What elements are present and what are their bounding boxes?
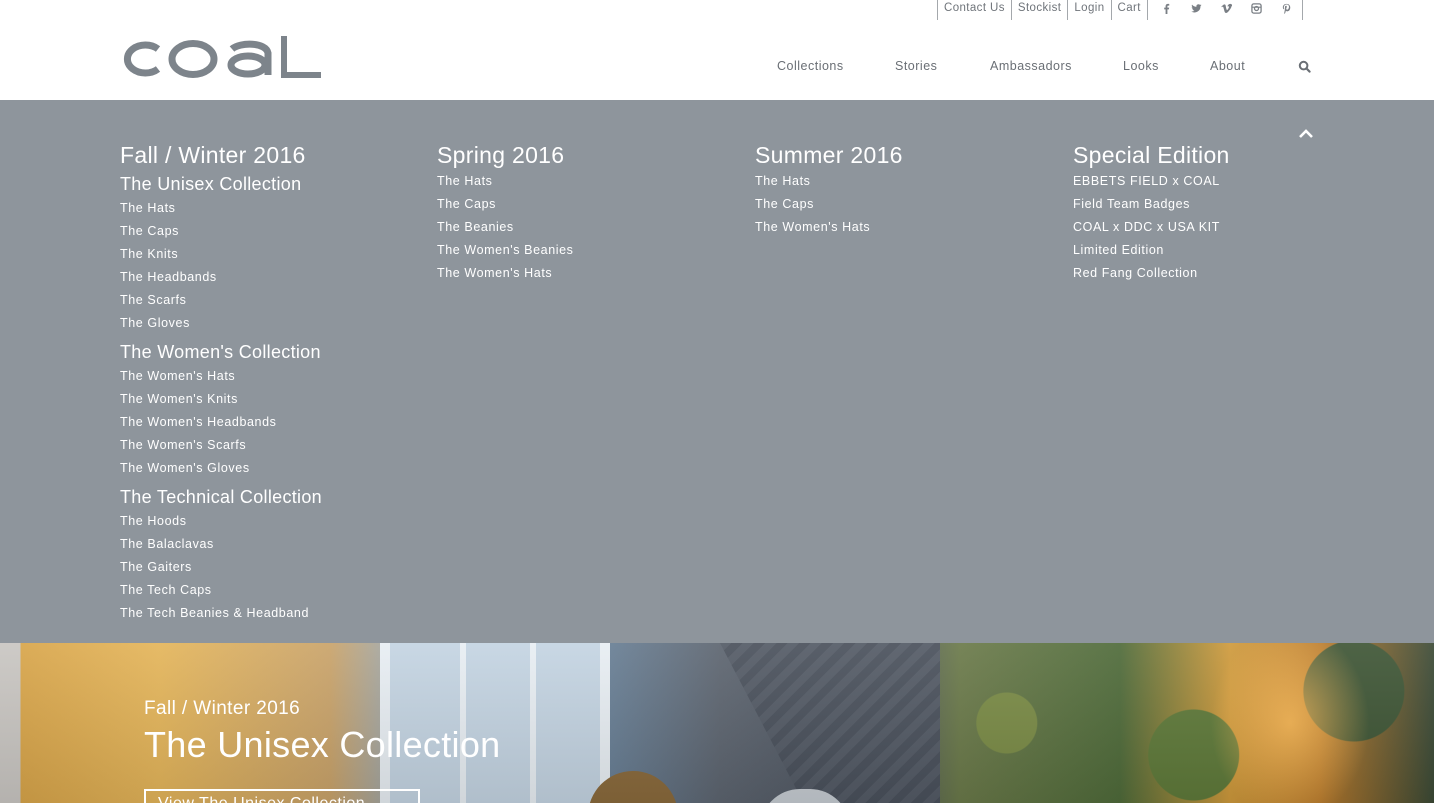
list-item: The Knits (120, 245, 420, 268)
list-item: Limited Edition (1073, 241, 1373, 264)
season-heading[interactable]: Summer 2016 (755, 141, 1055, 169)
hero-banner: Fall / Winter 2016 The Unisex Collection… (0, 643, 1434, 803)
list-item: The Scarfs (120, 291, 420, 314)
login-link[interactable]: Login (1067, 0, 1110, 20)
collection-heading[interactable]: The Women's Collection (120, 341, 420, 363)
menu-link[interactable]: The Beanies (437, 220, 514, 234)
list-item: The Tech Caps (120, 581, 420, 604)
list-item: The Caps (755, 195, 1055, 218)
social-links (1152, 0, 1303, 20)
list-item: The Tech Beanies & Headband (120, 604, 420, 627)
list-item: The Women's Hats (437, 264, 737, 287)
list-item: COAL x DDC x USA KIT (1073, 218, 1373, 241)
menu-link[interactable]: The Women's Hats (755, 220, 870, 234)
list-item: Red Fang Collection (1073, 264, 1373, 287)
list-item: The Balaclavas (120, 535, 420, 558)
list-item: The Hats (755, 172, 1055, 195)
list-item: The Women's Hats (755, 218, 1055, 241)
menu-column-special-edition: Special Edition EBBETS FIELD x COAL Fiel… (1073, 141, 1373, 287)
list-item: The Caps (437, 195, 737, 218)
menu-link[interactable]: COAL x DDC x USA KIT (1073, 220, 1220, 234)
list-item: Field Team Badges (1073, 195, 1373, 218)
stockist-link[interactable]: Stockist (1010, 0, 1067, 20)
list-item: EBBETS FIELD x COAL (1073, 172, 1373, 195)
search-icon[interactable] (1298, 60, 1312, 74)
menu-link[interactable]: The Women's Hats (437, 266, 552, 280)
list-item: The Women's Hats (120, 367, 420, 390)
season-heading[interactable]: Special Edition (1073, 141, 1373, 169)
hero-season: Fall / Winter 2016 (144, 698, 301, 719)
menu-link[interactable]: Red Fang Collection (1073, 266, 1198, 280)
menu-link[interactable]: The Women's Gloves (120, 461, 250, 475)
menu-link[interactable]: The Caps (120, 224, 179, 238)
nav-ambassadors[interactable]: Ambassadors (990, 59, 1072, 73)
menu-link[interactable]: The Headbands (120, 270, 217, 284)
menu-column-fall-winter-2016: Fall / Winter 2016 The Unisex Collection… (120, 141, 420, 627)
list-item: The Women's Scarfs (120, 436, 420, 459)
twitter-icon[interactable] (1182, 0, 1212, 16)
menu-link[interactable]: The Gaiters (120, 560, 192, 574)
coal-logo[interactable] (120, 33, 322, 79)
list-item: The Gaiters (120, 558, 420, 581)
contact-us-link[interactable]: Contact Us (937, 0, 1011, 20)
menu-link[interactable]: The Caps (437, 197, 496, 211)
menu-link[interactable]: The Hats (755, 174, 811, 188)
menu-link[interactable]: The Tech Beanies & Headband (120, 606, 309, 620)
vimeo-icon[interactable] (1212, 0, 1242, 16)
menu-link[interactable]: The Hoods (120, 514, 187, 528)
list-item: The Headbands (120, 268, 420, 291)
nav-stories[interactable]: Stories (895, 59, 937, 73)
menu-column-summer-2016: Summer 2016 The Hats The Caps The Women'… (755, 141, 1055, 241)
nav-looks[interactable]: Looks (1123, 59, 1159, 73)
hero-title: The Unisex Collection (144, 724, 501, 765)
season-heading[interactable]: Spring 2016 (437, 141, 737, 169)
chevron-up-icon[interactable] (1298, 126, 1314, 138)
view-collection-button[interactable]: View The Unisex Collection (144, 789, 420, 803)
menu-link[interactable]: The Women's Scarfs (120, 438, 246, 452)
collection-heading[interactable]: The Unisex Collection (120, 173, 420, 195)
menu-group-unisex: The Unisex Collection The Hats The Caps … (120, 173, 420, 337)
list-item: The Women's Headbands (120, 413, 420, 436)
menu-link[interactable]: The Knits (120, 247, 178, 261)
nav-about[interactable]: About (1210, 59, 1245, 73)
instagram-icon[interactable] (1242, 0, 1272, 16)
menu-link[interactable]: The Hats (120, 201, 176, 215)
list-item: The Beanies (437, 218, 737, 241)
menu-link[interactable]: Field Team Badges (1073, 197, 1190, 211)
menu-link[interactable]: The Women's Knits (120, 392, 238, 406)
list-item: The Women's Gloves (120, 459, 420, 482)
menu-link[interactable]: The Hats (437, 174, 493, 188)
list-item: The Women's Knits (120, 390, 420, 413)
menu-link[interactable]: The Balaclavas (120, 537, 214, 551)
list-item: The Women's Beanies (437, 241, 737, 264)
menu-link[interactable]: The Gloves (120, 316, 190, 330)
menu-link[interactable]: Limited Edition (1073, 243, 1164, 257)
menu-link[interactable]: The Women's Hats (120, 369, 235, 383)
menu-link[interactable]: The Women's Headbands (120, 415, 277, 429)
cart-link[interactable]: Cart (1110, 0, 1148, 20)
menu-link[interactable]: EBBETS FIELD x COAL (1073, 174, 1220, 188)
list-item: The Hoods (120, 512, 420, 535)
nav-collections[interactable]: Collections (777, 59, 844, 73)
list-item: The Caps (120, 222, 420, 245)
utility-bar: Contact Us Stockist Login Cart (937, 0, 1303, 20)
hero-overlay (0, 643, 1434, 803)
facebook-icon[interactable] (1152, 0, 1182, 16)
list-item: The Hats (437, 172, 737, 195)
collection-heading[interactable]: The Technical Collection (120, 486, 420, 508)
utility-divider (1301, 0, 1303, 20)
menu-link[interactable]: The Scarfs (120, 293, 186, 307)
pinterest-icon[interactable] (1272, 0, 1302, 16)
menu-column-spring-2016: Spring 2016 The Hats The Caps The Beanie… (437, 141, 737, 287)
list-item: The Hats (120, 199, 420, 222)
menu-link[interactable]: The Caps (755, 197, 814, 211)
menu-group-womens: The Women's Collection The Women's Hats … (120, 341, 420, 482)
menu-group-technical: The Technical Collection The Hoods The B… (120, 486, 420, 627)
menu-link[interactable]: The Women's Beanies (437, 243, 574, 257)
menu-link[interactable]: The Tech Caps (120, 583, 212, 597)
list-item: The Gloves (120, 314, 420, 337)
season-heading[interactable]: Fall / Winter 2016 (120, 141, 420, 169)
